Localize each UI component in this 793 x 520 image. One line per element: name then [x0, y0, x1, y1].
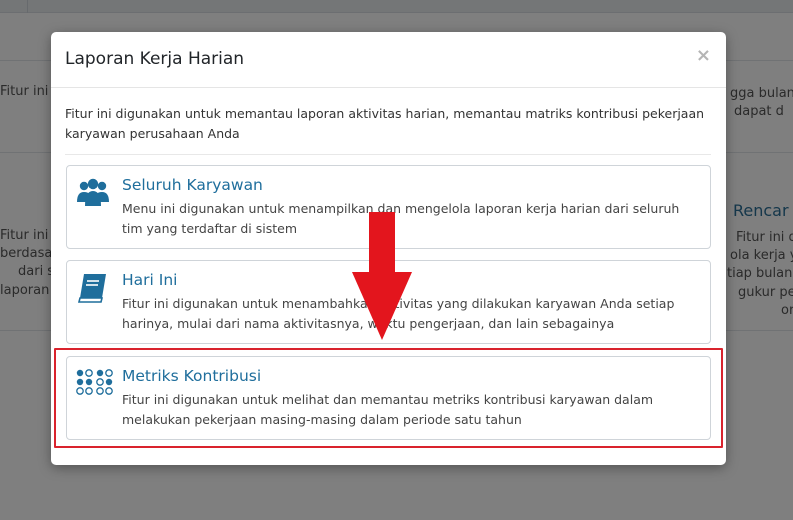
users-icon: [76, 176, 110, 210]
card-title: Metriks Kontribusi: [122, 367, 262, 385]
close-button[interactable]: ×: [696, 46, 711, 66]
modal-description: Fitur ini digunakan untuk memantau lapor…: [65, 106, 705, 141]
modal-title: Laporan Kerja Harian: [65, 49, 245, 69]
card-title: Seluruh Karyawan: [122, 176, 263, 194]
card-title: Hari Ini: [122, 271, 178, 289]
card-description: Menu ini digunakan untuk menampilkan dan…: [122, 201, 680, 236]
book-icon: [76, 271, 110, 305]
modal-header: Laporan Kerja Harian ×: [51, 32, 726, 88]
metrics-dots-icon: [76, 367, 113, 401]
red-arrow-icon: [352, 212, 412, 340]
divider: [65, 154, 711, 155]
card-description: Fitur ini digunakan untuk melihat dan me…: [122, 392, 654, 427]
card-metriks-kontribusi[interactable]: Metriks Kontribusi Fitur ini digunakan u…: [66, 356, 711, 440]
card-description: Fitur ini digunakan untuk menambahkan ak…: [122, 296, 675, 331]
